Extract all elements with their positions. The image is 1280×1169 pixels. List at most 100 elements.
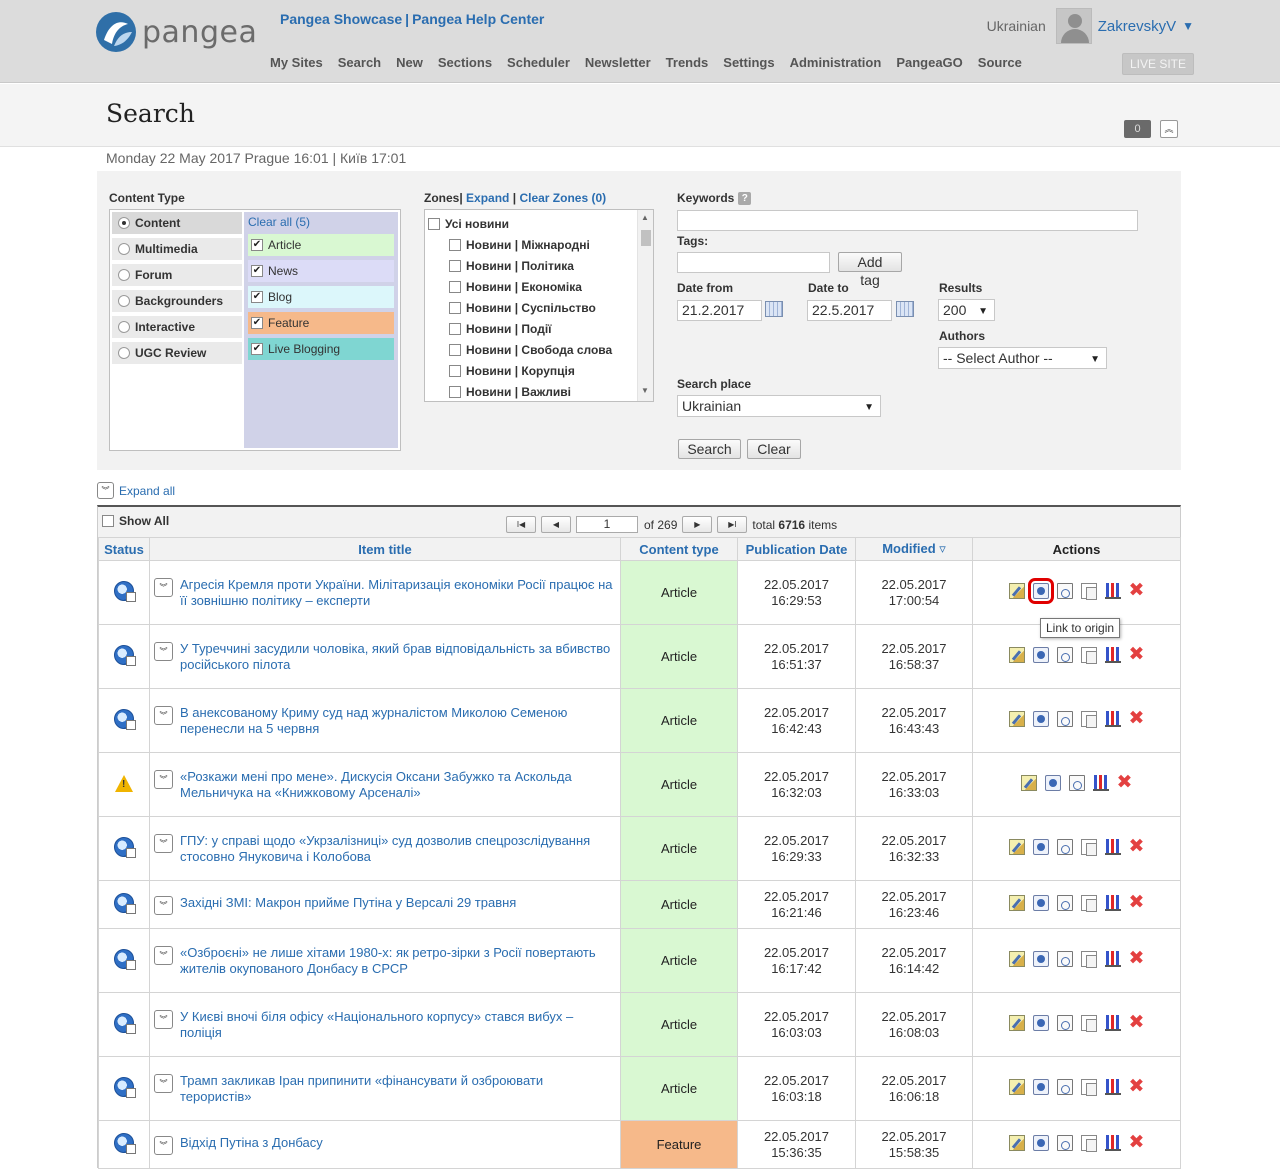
item-title-link[interactable]: «Озброєні» не лише хітами 1980-х: як рет…	[180, 945, 616, 977]
clear-button[interactable]: Clear	[747, 439, 801, 459]
delete-icon[interactable]: ✖	[1129, 837, 1145, 856]
link-to-origin-icon[interactable]	[1032, 647, 1049, 663]
expand-row-icon[interactable]: ︾	[154, 1135, 173, 1155]
radio-icon[interactable]	[118, 321, 130, 333]
link-to-origin-icon[interactable]	[1032, 1079, 1049, 1095]
zone-corruption[interactable]: Новини | Корупція	[449, 364, 575, 378]
expand-row-icon[interactable]: ︾	[154, 1073, 173, 1093]
link-to-origin-icon[interactable]	[1032, 711, 1049, 727]
item-title-link[interactable]: «Розкажи мені про мене». Дискусія Оксани…	[180, 769, 616, 801]
search-place-select[interactable]: Ukrainian ▼	[677, 395, 881, 417]
scroll-down-arrow-icon[interactable]: ▼	[641, 386, 649, 395]
category-multimedia[interactable]: Multimedia	[112, 238, 242, 260]
preview-icon[interactable]	[1068, 775, 1085, 791]
checkbox-icon[interactable]	[449, 386, 461, 398]
delete-icon[interactable]: ✖	[1129, 645, 1145, 664]
copy-icon[interactable]	[1080, 839, 1097, 856]
radio-selected-icon[interactable]	[118, 217, 130, 229]
expand-all-label[interactable]: Expand all	[119, 484, 175, 498]
clear-all-types-link[interactable]: Clear all (5)	[248, 215, 310, 229]
item-title-link[interactable]: У Києві вночі біля офісу «Національного …	[180, 1009, 616, 1041]
zones-list[interactable]: Усі новини Новини | Міжнародні Новини | …	[424, 209, 654, 402]
statistics-icon[interactable]	[1104, 839, 1121, 855]
copy-icon[interactable]	[1080, 1135, 1097, 1152]
copy-icon[interactable]	[1080, 711, 1097, 728]
counter-badge[interactable]: 0	[1124, 120, 1151, 138]
pangea-showcase-link[interactable]: Pangea Showcase	[280, 11, 402, 27]
item-title-link[interactable]: Західні ЗМІ: Макрон прийме Путіна у Верс…	[180, 895, 516, 911]
preview-icon[interactable]	[1056, 839, 1073, 855]
edit-icon[interactable]	[1008, 711, 1025, 727]
calendar-icon[interactable]	[765, 301, 783, 317]
link-to-origin-icon[interactable]	[1044, 775, 1061, 791]
checkbox-checked-icon[interactable]: ✔	[251, 317, 263, 329]
preview-icon[interactable]	[1056, 583, 1073, 599]
checkbox-checked-icon[interactable]: ✔	[251, 239, 263, 251]
type-blog[interactable]: ✔ Blog	[248, 286, 394, 308]
statistics-icon[interactable]	[1104, 711, 1121, 727]
type-article[interactable]: ✔ Article	[248, 234, 394, 256]
copy-icon[interactable]	[1080, 647, 1097, 664]
zone-economy[interactable]: Новини | Економіка	[449, 280, 582, 294]
calendar-icon[interactable]	[896, 301, 914, 317]
nav-my-sites[interactable]: My Sites	[270, 55, 323, 70]
link-to-origin-icon[interactable]	[1032, 895, 1049, 911]
edit-icon[interactable]	[1008, 647, 1025, 663]
delete-icon[interactable]: ✖	[1129, 1133, 1145, 1152]
category-interactive[interactable]: Interactive	[112, 316, 242, 338]
zone-freedom-of-speech[interactable]: Новини | Свобода слова	[449, 343, 612, 357]
type-live-blogging[interactable]: ✔ Live Blogging	[248, 338, 394, 360]
checkbox-checked-icon[interactable]: ✔	[251, 291, 263, 303]
search-button[interactable]: Search	[678, 439, 741, 459]
item-title-link[interactable]: В анексованому Криму суд над журналістом…	[180, 705, 616, 737]
language-label[interactable]: Ukrainian	[987, 18, 1046, 34]
zones-scrollbar[interactable]: ▲ ▼	[637, 210, 653, 401]
category-content[interactable]: Content	[112, 212, 242, 234]
column-status[interactable]: Status	[98, 537, 150, 561]
checkbox-icon[interactable]	[449, 344, 461, 356]
nav-settings[interactable]: Settings	[723, 55, 774, 70]
statistics-icon[interactable]	[1092, 775, 1109, 791]
first-page-icon[interactable]: I◀	[506, 516, 536, 533]
copy-icon[interactable]	[1080, 1079, 1097, 1096]
zone-international[interactable]: Новини | Міжнародні	[449, 238, 590, 252]
delete-icon[interactable]: ✖	[1117, 773, 1133, 792]
expand-row-icon[interactable]: ︾	[154, 769, 173, 789]
category-forum[interactable]: Forum	[112, 264, 242, 286]
edit-icon[interactable]	[1008, 583, 1025, 599]
checkbox-checked-icon[interactable]: ✔	[251, 343, 263, 355]
date-to-input[interactable]: 22.5.2017	[807, 300, 892, 321]
preview-icon[interactable]	[1056, 1079, 1073, 1095]
checkbox-icon[interactable]	[449, 281, 461, 293]
page-input[interactable]: 1	[576, 516, 638, 533]
statistics-icon[interactable]	[1104, 583, 1121, 599]
edit-icon[interactable]	[1008, 1015, 1025, 1031]
nav-sections[interactable]: Sections	[438, 55, 492, 70]
nav-scheduler[interactable]: Scheduler	[507, 55, 570, 70]
edit-icon[interactable]	[1008, 895, 1025, 911]
delete-icon[interactable]: ✖	[1129, 893, 1145, 912]
results-select[interactable]: 200 ▼	[938, 299, 995, 321]
preview-icon[interactable]	[1056, 1135, 1073, 1151]
preview-icon[interactable]	[1056, 895, 1073, 911]
preview-icon[interactable]	[1056, 951, 1073, 967]
column-content-type[interactable]: Content type	[620, 537, 738, 561]
tags-input[interactable]	[677, 252, 830, 273]
username-link[interactable]: ZakrevskyV	[1098, 18, 1176, 35]
nav-administration[interactable]: Administration	[790, 55, 882, 70]
expand-row-icon[interactable]: ︾	[154, 895, 173, 915]
nav-trends[interactable]: Trends	[666, 55, 709, 70]
expand-row-icon[interactable]: ︾	[154, 833, 173, 853]
live-site-button[interactable]: LIVE SITE	[1122, 53, 1194, 75]
zone-all-news[interactable]: Усі новини	[428, 217, 509, 231]
next-page-icon[interactable]: ▶	[682, 516, 713, 533]
checkbox-icon[interactable]	[449, 302, 461, 314]
expand-row-icon[interactable]: ︾	[154, 1009, 173, 1029]
keywords-input[interactable]	[677, 210, 1138, 231]
item-title-link[interactable]: У Туреччині засудили чоловіка, який брав…	[180, 641, 616, 673]
type-news[interactable]: ✔ News	[248, 260, 394, 282]
radio-icon[interactable]	[118, 295, 130, 307]
column-modified[interactable]: Modified ▿	[855, 537, 973, 561]
pangea-help-center-link[interactable]: Pangea Help Center	[412, 11, 544, 27]
expand-all-icon[interactable]: ︾	[97, 482, 114, 499]
